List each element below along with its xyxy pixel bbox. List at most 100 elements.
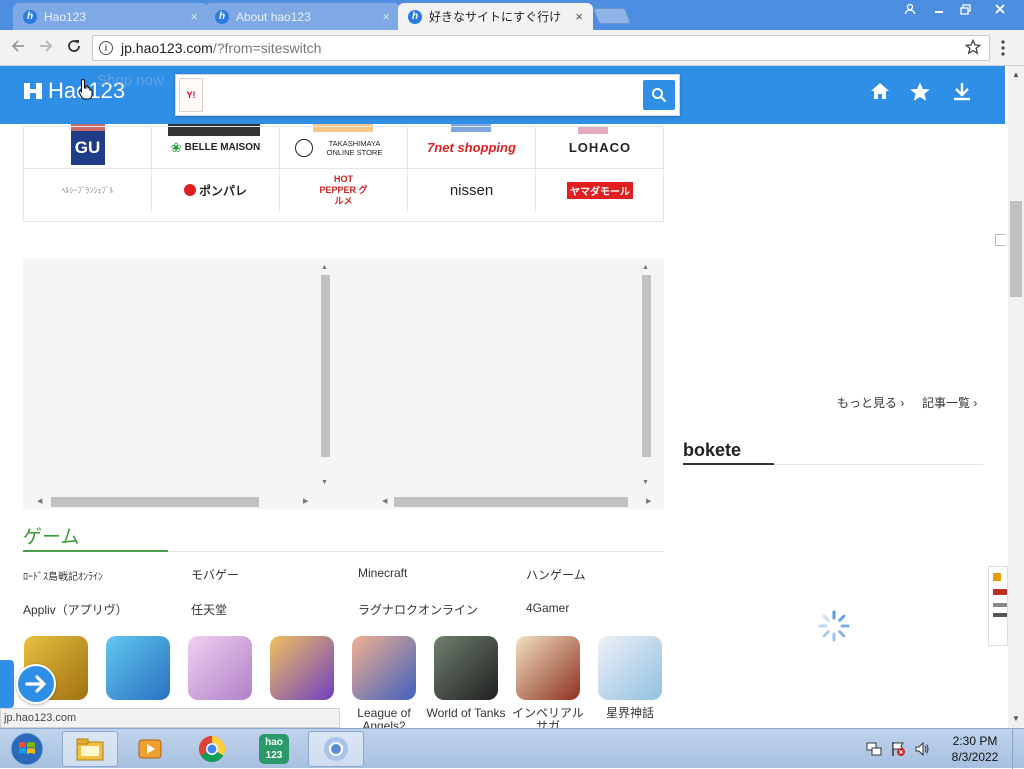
hao123-favicon-icon: h (23, 9, 37, 24)
game-tile[interactable] (516, 636, 580, 700)
games-section-title: ゲーム (23, 527, 80, 548)
back-icon[interactable] (10, 38, 26, 59)
shop-takashimaya[interactable]: TAKASHIMAYA ONLINE STORE (280, 127, 408, 169)
ad-frame-right-hscroll[interactable]: ◀ ▶ (354, 495, 664, 509)
shop-7net[interactable]: 7net shopping (408, 127, 536, 169)
new-tab-button[interactable] (593, 8, 631, 24)
reload-icon[interactable] (66, 38, 82, 59)
url-path: /?from=siteswitch (212, 40, 322, 56)
browser-toolbar: i jp.hao123.com/?from=siteswitch (0, 30, 1024, 66)
yahoo-search-engine-icon[interactable]: Y! (179, 78, 203, 112)
taskbar-file-explorer[interactable] (62, 731, 118, 767)
game-tile[interactable] (434, 636, 498, 700)
media-player-icon (138, 739, 162, 759)
info-icon[interactable]: i (99, 41, 113, 55)
more-link[interactable]: もっと見る › (837, 394, 904, 411)
taskbar-chrome-active[interactable] (308, 731, 364, 767)
ad-frame-left-vscroll[interactable]: ▲ ▼ (319, 259, 331, 495)
game-link[interactable]: ﾛｰﾄﾞｽ島戦記ｵﾝﾗｲﾝ (23, 568, 103, 583)
menu-icon[interactable] (1001, 40, 1005, 61)
close-icon[interactable]: × (190, 9, 198, 24)
search-box[interactable]: Y! (175, 74, 680, 116)
more-label: もっと見る (837, 396, 898, 410)
close-window-icon[interactable] (985, 0, 1015, 18)
ad-frame-left: ▲ ▼ ◀ ▶ (23, 259, 333, 509)
search-button[interactable] (643, 80, 675, 110)
folder-icon (76, 738, 104, 761)
ad-frame-right-vscroll[interactable]: ▲ ▼ (640, 259, 652, 495)
shop-hotpepper[interactable]: HOT PEPPER グルメ (280, 169, 408, 211)
hao123-logo-icon (22, 80, 44, 102)
game-tile[interactable] (352, 636, 416, 700)
bokete-section-title: bokete (683, 440, 742, 460)
shop-label: ヤマダモール (567, 181, 633, 199)
download-icon[interactable] (950, 81, 974, 105)
taskbar-hao123[interactable]: hao 123 (246, 731, 302, 767)
game-tile[interactable] (188, 636, 252, 700)
profile-icon[interactable] (897, 0, 923, 18)
belle-maison-icon: ❀ (170, 139, 182, 155)
game-link[interactable]: 任天堂 (191, 601, 227, 618)
taskbar-chrome[interactable] (184, 731, 240, 767)
shop-lohaco[interactable]: LOHACO (536, 127, 664, 169)
shop-label: ポンパレ (198, 183, 247, 198)
close-icon[interactable]: × (575, 9, 583, 24)
game-link[interactable]: モバゲー (191, 566, 239, 583)
game-caption[interactable]: World of Tanks (425, 707, 507, 720)
ad-frame-left-hscroll[interactable]: ◀ ▶ (23, 495, 333, 509)
shop-label: nissen (449, 181, 494, 199)
taskbar-media-player[interactable] (122, 731, 178, 767)
scrollbar-thumb[interactable] (1010, 201, 1022, 297)
game-caption[interactable]: 星界神話 (589, 707, 671, 720)
shop-label: BELLE MAISON (184, 142, 261, 153)
close-icon[interactable]: × (382, 9, 390, 24)
game-link[interactable]: ラグナロクオンライン (358, 601, 478, 618)
game-link[interactable]: Minecraft (358, 566, 407, 580)
home-icon[interactable] (868, 81, 892, 105)
tab-hao123-jp[interactable]: h 好きなサイトにすぐ行け × (398, 3, 593, 30)
network-icon[interactable] (866, 741, 882, 760)
shop-ponpare[interactable]: ポンパレ (152, 169, 280, 211)
windows-logo-icon (10, 732, 44, 766)
taskbar-clock[interactable]: 2:30 PM 8/3/2022 (940, 733, 1010, 765)
game-link[interactable]: Appliv（アプリヴ） (23, 601, 128, 618)
shop-belle-maison[interactable]: ❀ BELLE MAISON (152, 127, 280, 169)
game-tile[interactable] (598, 636, 662, 700)
articles-link[interactable]: 記事一覧 › (922, 394, 977, 411)
start-button[interactable] (2, 731, 52, 767)
shop-label: 7net shopping (427, 140, 516, 155)
game-tile[interactable] (106, 636, 170, 700)
side-ad[interactable] (988, 566, 1008, 646)
favorite-star-icon[interactable] (908, 81, 932, 105)
tab-hao123[interactable]: h Hao123 × (13, 3, 208, 30)
search-input[interactable] (208, 81, 638, 109)
windows-taskbar: hao 123 2:30 PM 8/3/2022 (0, 728, 1024, 769)
gu-logo: GU (70, 130, 105, 165)
shop-now-label: Shop now (97, 72, 164, 89)
game-caption[interactable]: インペリアル サガ (507, 707, 589, 729)
tab-about-hao123[interactable]: h About hao123 × (205, 3, 400, 30)
forward-icon[interactable] (38, 38, 54, 59)
floating-arrow-widget[interactable] (0, 660, 58, 708)
game-caption[interactable]: League of Angels2 (343, 707, 425, 729)
game-link[interactable]: 4Gamer (526, 601, 569, 615)
articles-label: 記事一覧 (922, 396, 971, 410)
bookmark-star-icon[interactable] (964, 38, 982, 58)
address-bar[interactable]: i jp.hao123.com/?from=siteswitch (92, 35, 990, 61)
shop-nissen[interactable]: nissen (408, 169, 536, 211)
url-host: jp.hao123.com (121, 40, 213, 56)
action-center-flag-icon[interactable] (890, 741, 906, 760)
restore-icon[interactable] (952, 0, 978, 18)
page-scrollbar[interactable]: ▲ ▼ (1008, 66, 1024, 728)
show-desktop-button[interactable] (1012, 729, 1024, 769)
shop-yamada-mall[interactable]: ヤマダモール (536, 169, 664, 211)
shop-gu[interactable]: GU (24, 127, 152, 169)
game-link[interactable]: ハンゲーム (526, 566, 586, 583)
minimize-icon[interactable] (926, 0, 952, 18)
clock-time: 2:30 PM (952, 734, 998, 748)
chrome-icon (198, 735, 226, 763)
hao123-header: Hao123 Shop now Y! (0, 66, 1005, 124)
shop-healthy[interactable]: ﾍﾙｼｰﾌﾞﾗﾝｼｪﾌﾞﾙ (24, 169, 152, 211)
game-tile[interactable] (270, 636, 334, 700)
volume-icon[interactable] (914, 741, 930, 760)
